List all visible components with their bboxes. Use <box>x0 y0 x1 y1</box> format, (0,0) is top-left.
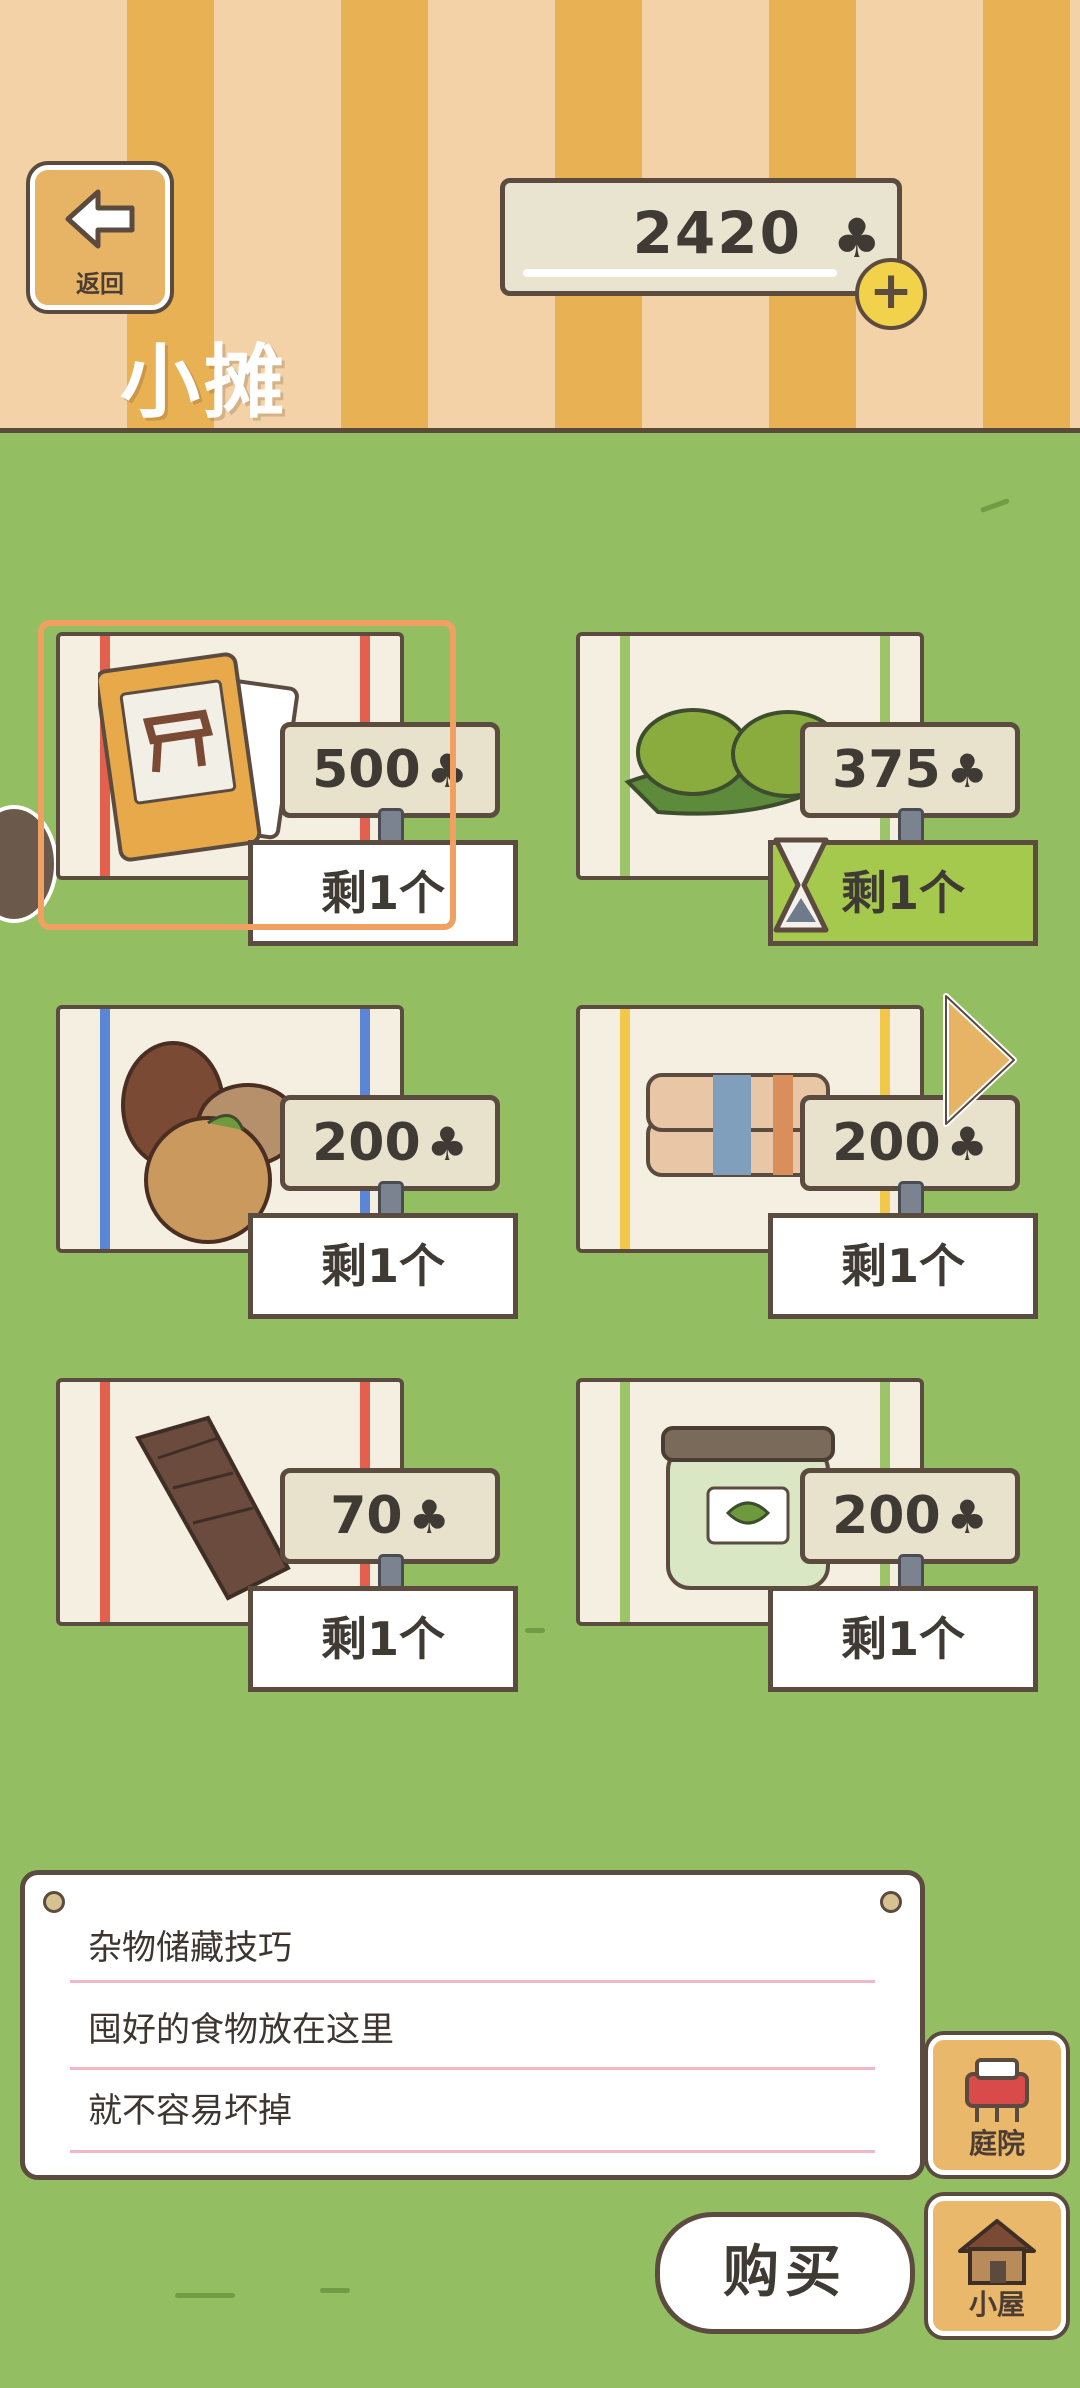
next-page-button[interactable] <box>940 990 1020 1130</box>
tag-peg <box>378 1181 404 1217</box>
ruled-line <box>70 1980 875 1983</box>
buy-button[interactable]: 购买 <box>655 2212 915 2334</box>
tag-peg <box>898 808 924 844</box>
clover-icon: ♣ <box>946 1490 988 1544</box>
page-title: 小摊 <box>120 336 288 429</box>
back-label: 返回 <box>76 270 124 298</box>
shop-item-2[interactable]: 375 ♣ 剩1个 <box>568 622 1038 946</box>
price-value: 200 <box>832 1113 941 1173</box>
shop-item-5[interactable]: 70 ♣ 剩1个 <box>48 1368 518 1692</box>
tag-peg <box>378 1554 404 1590</box>
clover-icon: ♣ <box>946 744 988 798</box>
ruled-line <box>70 2150 875 2153</box>
add-clover-button[interactable]: + <box>855 258 927 330</box>
pin-dot <box>43 1891 65 1913</box>
yard-button[interactable]: 庭院 <box>928 2035 1066 2175</box>
selected-highlight <box>38 620 456 930</box>
clover-count: 2420 <box>632 199 802 267</box>
hourglass-icon <box>773 837 829 933</box>
yard-icon <box>965 2058 1029 2122</box>
cloth-stripe <box>100 1009 110 1249</box>
house-icon <box>958 2219 1036 2285</box>
cloth-stripe <box>620 1382 630 1622</box>
grass-tuft <box>980 498 1010 513</box>
description-line: 就不容易坏掉 <box>88 2091 292 2131</box>
clover-icon: ♣ <box>426 1117 468 1171</box>
pin-dot <box>880 1891 902 1913</box>
grass-tuft <box>175 2293 235 2298</box>
house-button[interactable]: 小屋 <box>928 2196 1066 2336</box>
ruled-line <box>70 2067 875 2070</box>
back-button[interactable]: 返回 <box>30 165 170 310</box>
description-line: 囤好的食物放在这里 <box>88 2010 394 2050</box>
shop-item-3[interactable]: 200 ♣ 剩1个 <box>48 995 518 1319</box>
arrow-left-icon <box>65 189 135 249</box>
price-tag: 200 ♣ <box>800 1468 1020 1564</box>
cloth-stripe <box>620 1009 630 1249</box>
tag-peg <box>898 1181 924 1217</box>
item-description-panel: 杂物储藏技巧 囤好的食物放在这里 就不容易坏掉 <box>20 1870 925 2180</box>
price-value: 70 <box>330 1486 403 1546</box>
stock-label: 剩1个 <box>248 1586 518 1692</box>
price-tag: 375 ♣ <box>800 722 1020 818</box>
description-title: 杂物储藏技巧 <box>88 1928 292 1968</box>
grass-tuft <box>320 2288 350 2293</box>
clover-icon: ♣ <box>408 1490 450 1544</box>
price-value: 200 <box>312 1113 421 1173</box>
balance-bar <box>523 269 837 277</box>
cloth-stripe <box>100 1382 110 1622</box>
tag-peg <box>898 1554 924 1590</box>
yard-label: 庭院 <box>968 2127 1025 2160</box>
price-value: 375 <box>832 740 941 800</box>
stock-label: 剩1个 <box>768 1586 1038 1692</box>
shop-item-6[interactable]: 200 ♣ 剩1个 <box>568 1368 1038 1692</box>
house-label: 小屋 <box>968 2288 1025 2321</box>
price-tag: 200 ♣ <box>280 1095 500 1191</box>
stock-label: 剩1个 <box>248 1213 518 1319</box>
price-value: 200 <box>832 1486 941 1546</box>
grass-tuft <box>525 1628 545 1633</box>
stock-label: 剩1个 <box>768 1213 1038 1319</box>
price-tag: 70 ♣ <box>280 1468 500 1564</box>
clover-balance: 2420 ♣ <box>500 178 902 296</box>
shop-item-4[interactable]: 200 ♣ 剩1个 <box>568 995 1038 1319</box>
